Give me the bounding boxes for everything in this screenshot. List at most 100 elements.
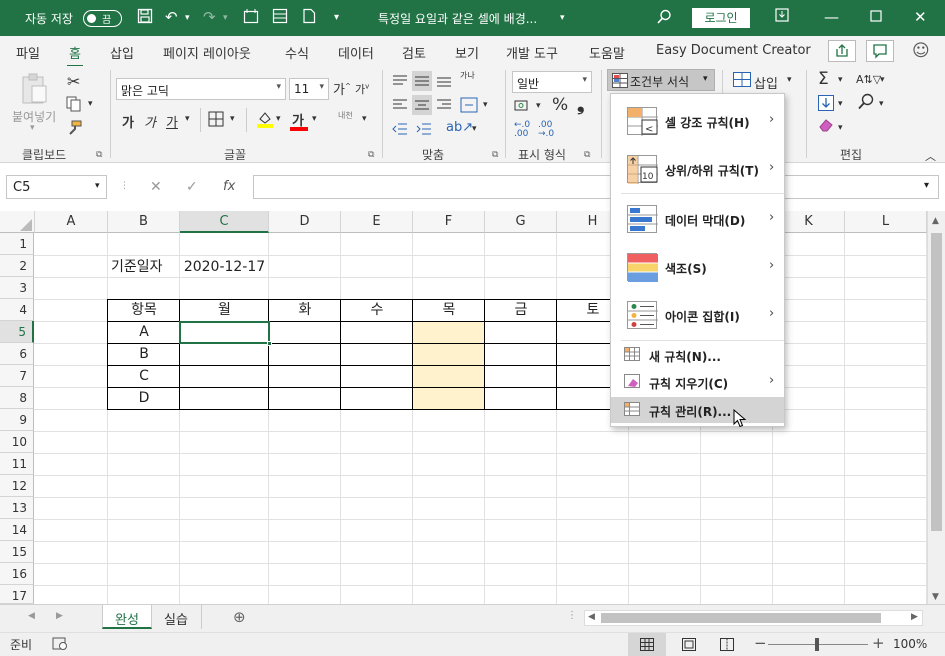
scroll-down-icon[interactable]: ▼ [932, 592, 939, 602]
menu-item-new-rule[interactable]: 새 규칙(N)... [611, 343, 784, 367]
bold-button[interactable]: 가 [122, 112, 134, 131]
new-sheet-icon[interactable]: ⊕ [233, 608, 246, 626]
tab-developer[interactable]: 개발 도구 [506, 43, 558, 62]
clear-dropdown-icon[interactable]: ▾ [838, 123, 843, 133]
scroll-right-icon[interactable]: ▶ [911, 612, 918, 622]
previous-sheet-icon[interactable]: ◀ [28, 611, 35, 621]
tab-help[interactable]: 도움말 [589, 43, 625, 62]
row-header[interactable]: 15 [0, 541, 34, 563]
menu-item-icon-sets[interactable]: 아이콘 집합(I) › [611, 291, 784, 339]
select-all-button[interactable] [0, 211, 35, 233]
tab-home[interactable]: 홈 [67, 43, 83, 68]
sort-filter-icon[interactable]: A⇅▽ [856, 73, 881, 86]
row-header[interactable]: 12 [0, 475, 34, 497]
format-painter-icon[interactable] [66, 120, 82, 140]
zoom-slider-thumb[interactable] [815, 638, 819, 651]
insert-label[interactable]: 삽입 [754, 73, 778, 92]
clipboard-launcher-icon[interactable]: ⧉ [96, 150, 102, 160]
row-header[interactable]: 2 [0, 255, 34, 277]
column-header[interactable]: B [108, 211, 180, 233]
phonetic-dropdown-icon[interactable]: ▾ [362, 114, 367, 124]
alignment-launcher-icon[interactable]: ⧉ [492, 150, 498, 160]
comments-button[interactable] [866, 40, 894, 62]
confirm-entry-icon[interactable]: ✓ [186, 179, 198, 195]
scroll-left-icon[interactable]: ◀ [588, 612, 595, 622]
menu-item-color-scales[interactable]: 색조(S) › [611, 243, 784, 291]
phonetic-icon[interactable]: 내천 [338, 110, 353, 121]
decrease-decimal-icon[interactable]: .00 →.0 [538, 121, 554, 139]
sheet-tab[interactable]: 실습 [152, 605, 202, 629]
row-header[interactable]: 8 [0, 387, 34, 409]
undo-icon[interactable]: ↶ [165, 8, 178, 26]
percent-icon[interactable]: % [552, 95, 568, 115]
column-header[interactable]: F [413, 211, 485, 233]
tab-insert[interactable]: 삽입 [110, 43, 134, 62]
document-icon[interactable] [302, 8, 316, 28]
expand-formula-icon[interactable]: ▾ [924, 180, 929, 191]
header-cell[interactable]: 목 [413, 299, 485, 321]
close-icon[interactable]: ✕ [914, 8, 927, 26]
accounting-dropdown-icon[interactable]: ▾ [536, 101, 541, 111]
horizontal-scrollbar[interactable]: ◀ ▶ [584, 610, 923, 626]
row-header[interactable]: 5 [0, 321, 34, 343]
row-header[interactable]: 6 [0, 343, 34, 365]
column-header[interactable]: C [180, 211, 269, 233]
ribbon-display-icon[interactable] [775, 8, 789, 26]
align-right-icon[interactable] [436, 98, 452, 115]
merge-center-icon[interactable] [460, 97, 478, 116]
row-header[interactable]: 3 [0, 277, 34, 299]
align-middle-button[interactable] [412, 71, 432, 91]
row-header[interactable]: 10 [0, 431, 34, 453]
scroll-thumb[interactable] [931, 233, 942, 531]
header-cell[interactable]: 화 [269, 299, 341, 321]
zoom-level[interactable]: 100% [893, 637, 927, 651]
sheet-grid[interactable] [34, 233, 927, 604]
paste-dropdown-icon[interactable]: ▾ [30, 123, 35, 133]
feedback-icon[interactable]: ☺ [912, 41, 930, 61]
align-center-button[interactable] [412, 95, 432, 115]
next-sheet-icon[interactable]: ▶ [56, 611, 63, 621]
decrease-indent-icon[interactable] [392, 122, 408, 139]
increase-font-icon[interactable]: 가^ [333, 79, 351, 98]
row-header[interactable]: 16 [0, 563, 34, 585]
column-header[interactable]: D [269, 211, 341, 233]
cell-c2[interactable]: 2020-12-17 [180, 256, 269, 278]
align-top-icon[interactable] [392, 74, 408, 91]
undo-dropdown-icon[interactable]: ▾ [185, 13, 190, 23]
align-bottom-icon[interactable] [436, 74, 452, 91]
fill-icon[interactable] [818, 95, 834, 115]
collapse-ribbon-icon[interactable]: ︿ [925, 148, 936, 164]
row-header[interactable]: 1 [0, 233, 34, 255]
number-launcher-icon[interactable]: ⧉ [584, 150, 590, 160]
title-dropdown-icon[interactable]: ▾ [560, 13, 565, 23]
header-cell[interactable]: 수 [341, 299, 413, 321]
zoom-out-icon[interactable]: − [754, 634, 767, 652]
autosave-toggle[interactable]: 끔 [83, 10, 122, 27]
cell-b2[interactable]: 기준일자 [108, 256, 180, 278]
fill-dropdown-icon[interactable]: ▾ [838, 99, 843, 109]
header-cell[interactable]: 항목 [108, 299, 180, 321]
decrease-font-icon[interactable]: 가v [355, 81, 369, 97]
tab-data[interactable]: 데이터 [338, 43, 374, 62]
vertical-scrollbar[interactable]: ▲ ▼ [927, 211, 945, 604]
row-header[interactable]: 13 [0, 497, 34, 519]
share-button[interactable] [828, 40, 856, 62]
copy-dropdown-icon[interactable]: ▾ [88, 99, 93, 109]
borders-dropdown-icon[interactable]: ▾ [230, 114, 235, 124]
header-cell[interactable]: 금 [485, 299, 557, 321]
italic-button[interactable]: 가 [144, 112, 156, 131]
menu-item-clear-rules[interactable]: 규칙 지우기(C) › [611, 370, 784, 394]
align-left-icon[interactable] [392, 98, 408, 115]
normal-view-button[interactable] [628, 633, 666, 656]
item-cell[interactable]: D [108, 387, 180, 409]
row-header[interactable]: 14 [0, 519, 34, 541]
row-header[interactable]: 17 [0, 585, 34, 604]
increase-decimal-icon[interactable]: ←.0.00 [514, 121, 530, 139]
tab-review[interactable]: 검토 [402, 43, 426, 62]
drag-handle-icon[interactable]: ⋮ [120, 181, 129, 191]
font-launcher-icon[interactable]: ⧉ [368, 150, 374, 160]
name-box[interactable]: C5 ▾ [6, 175, 107, 199]
menu-item-data-bars[interactable]: 데이터 막대(D) › [611, 195, 784, 243]
orientation-icon[interactable]: ab↗ [446, 120, 473, 135]
macro-record-icon[interactable] [52, 637, 68, 655]
